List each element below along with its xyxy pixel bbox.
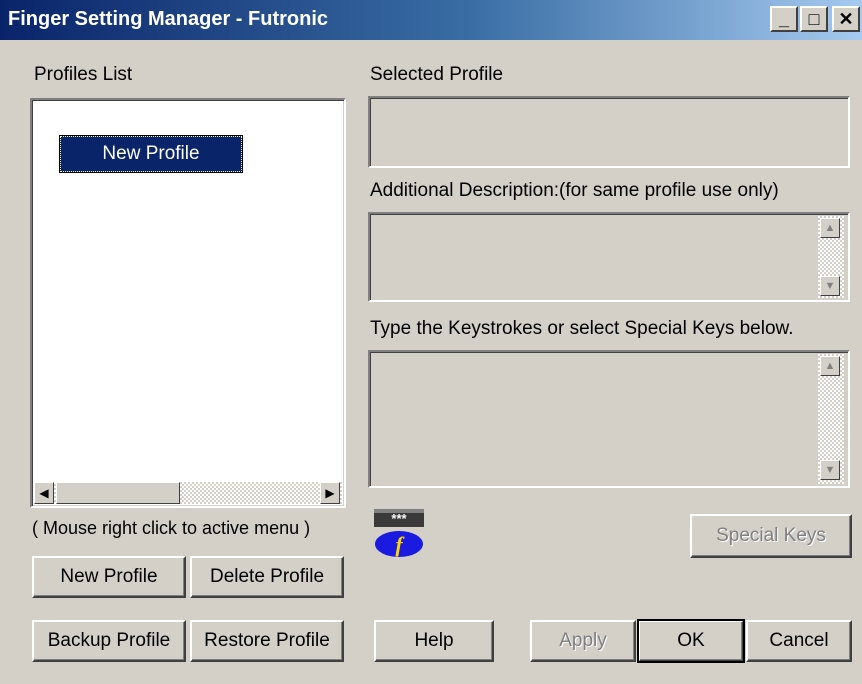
cancel-button[interactable]: Cancel xyxy=(746,620,852,662)
scroll-right-icon[interactable]: ▶ xyxy=(320,482,340,504)
selected-profile-label: Selected Profile xyxy=(370,64,504,85)
keystrokes-field[interactable] xyxy=(368,350,850,488)
window-title: Finger Setting Manager - Futronic xyxy=(8,8,329,30)
logo-badge-text: *** xyxy=(391,511,407,526)
selected-profile-field xyxy=(368,96,850,168)
right-click-hint: ( Mouse right click to active menu ) xyxy=(32,518,311,538)
scroll-up-icon[interactable]: ▲ xyxy=(820,356,840,376)
ok-button[interactable]: OK xyxy=(637,619,745,663)
scroll-up-icon[interactable]: ▲ xyxy=(820,218,840,238)
special-keys-button[interactable]: Special Keys xyxy=(690,514,852,558)
keystrokes-label: Type the Keystrokes or select Special Ke… xyxy=(370,318,794,339)
restore-profile-button[interactable]: Restore Profile xyxy=(190,620,344,662)
close-button[interactable]: ✕ xyxy=(832,6,860,32)
title-bar[interactable]: Finger Setting Manager - Futronic _ □ ✕ xyxy=(0,0,862,40)
delete-profile-button[interactable]: Delete Profile xyxy=(190,556,344,598)
apply-button[interactable]: Apply xyxy=(530,620,636,662)
futronic-logo-icon: *** f xyxy=(372,508,426,558)
scroll-down-icon[interactable]: ▼ xyxy=(820,460,840,480)
help-button[interactable]: Help xyxy=(374,620,494,662)
scroll-thumb[interactable] xyxy=(56,482,180,504)
new-profile-button[interactable]: New Profile xyxy=(32,556,186,598)
scroll-left-icon[interactable]: ◀ xyxy=(34,482,54,504)
profiles-list-label: Profiles List xyxy=(34,64,133,85)
minimize-button[interactable]: _ xyxy=(770,6,798,32)
scroll-down-icon[interactable]: ▼ xyxy=(820,276,840,296)
maximize-button[interactable]: □ xyxy=(800,6,828,32)
additional-description-label: Additional Description:(for same profile… xyxy=(370,180,779,201)
backup-profile-button[interactable]: Backup Profile xyxy=(32,620,186,662)
additional-description-field[interactable] xyxy=(368,212,850,302)
profile-item-new-profile[interactable]: New Profile xyxy=(59,135,243,173)
